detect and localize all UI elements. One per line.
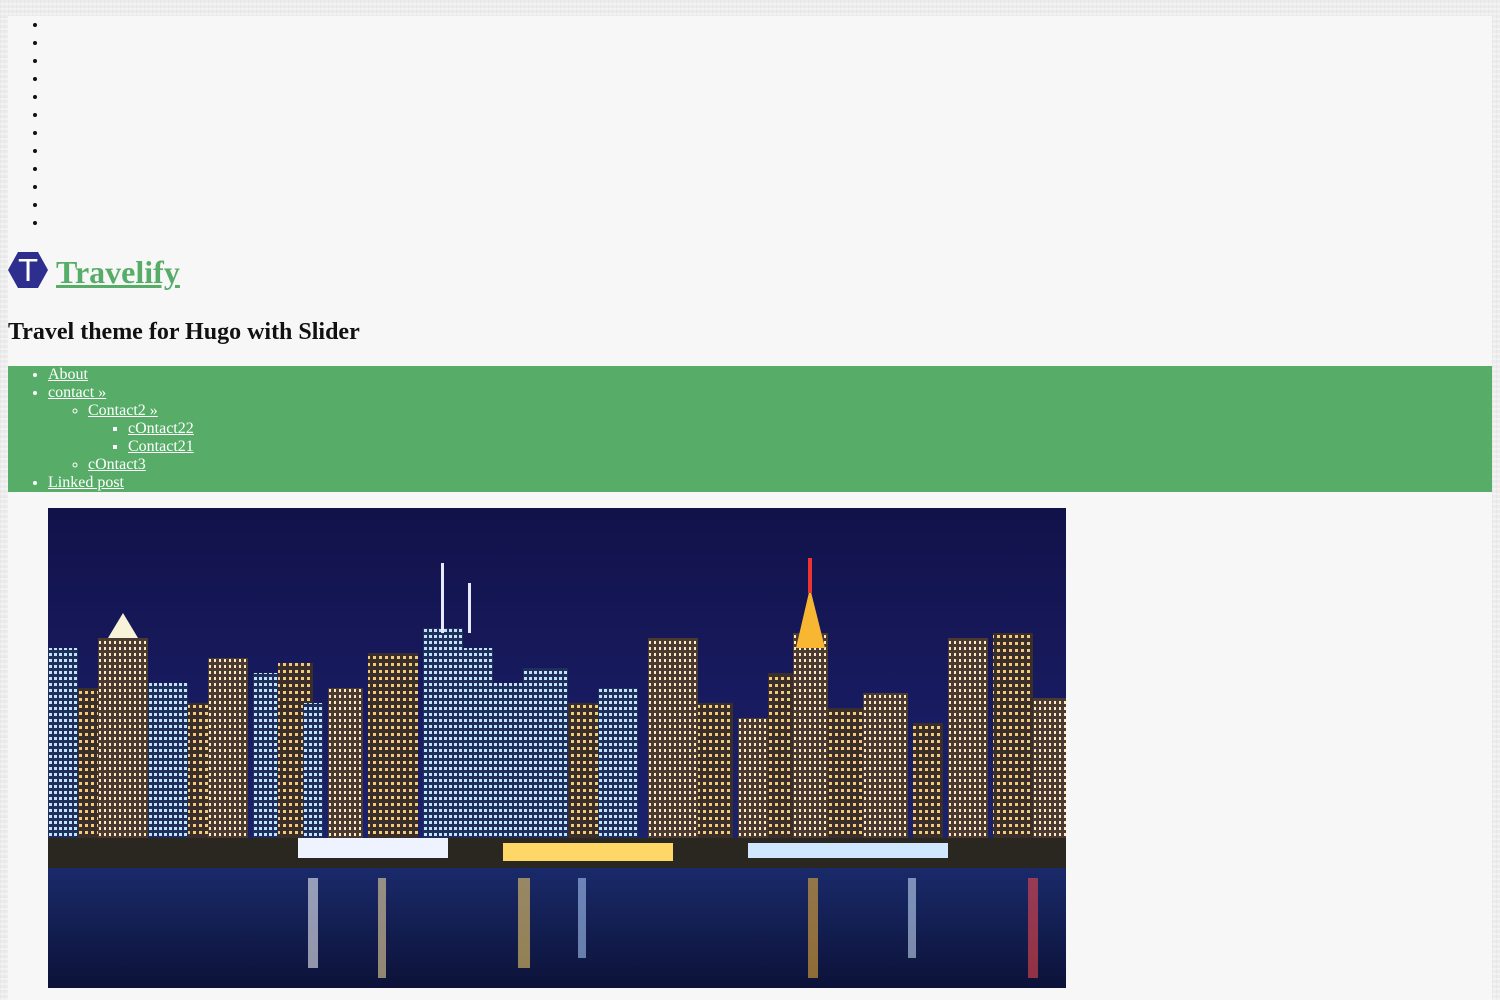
nav-link-about[interactable]: About [48,366,88,383]
nav-item-linked-post: Linked post [48,474,1492,492]
nav-link-contact3[interactable]: cOntact3 [88,456,146,473]
social-link[interactable] [48,124,1492,142]
site-title: Travelify [56,254,180,290]
nav-item-contact: contact » Contact2 » cOntact22 Contact21 [48,384,1492,474]
social-link[interactable] [48,88,1492,106]
social-link[interactable] [48,52,1492,70]
social-link[interactable] [48,214,1492,232]
city-skyline-image [48,508,1066,988]
site-home-link[interactable]: T Travelify [8,250,180,290]
social-link[interactable] [48,160,1492,178]
nav-item-contact2: Contact2 » cOntact22 Contact21 [88,402,1492,456]
nav-submenu-contact2: cOntact22 Contact21 [88,420,1492,456]
main-nav: About contact » Contact2 » cOntact22 Con… [8,366,1492,492]
site-branding: T Travelify [8,250,180,294]
nav-link-contact[interactable]: contact » [48,384,106,401]
page-wrapper: T Travelify Travel theme for Hugo with S… [8,16,1492,1000]
logo-letter: T [18,254,38,289]
social-links-list [8,16,1492,232]
social-link[interactable] [48,34,1492,52]
nav-item-contact21: Contact21 [128,438,1492,456]
social-link[interactable] [48,16,1492,34]
social-link[interactable] [48,178,1492,196]
nav-item-about: About [48,366,1492,384]
nav-link-contact2[interactable]: Contact2 » [88,402,158,419]
logo-hexagon-icon: T [8,252,48,289]
social-link[interactable] [48,142,1492,160]
site-description: Travel theme for Hugo with Slider [8,319,360,345]
nav-submenu-contact: Contact2 » cOntact22 Contact21 cOntact3 [48,402,1492,474]
nav-menu: About contact » Contact2 » cOntact22 Con… [8,366,1492,492]
nav-link-contact21[interactable]: Contact21 [128,438,194,455]
image-slider[interactable] [48,508,1066,988]
nav-link-linked-post[interactable]: Linked post [48,474,124,491]
nav-link-contact22[interactable]: cOntact22 [128,420,194,437]
social-link[interactable] [48,106,1492,124]
social-link[interactable] [48,196,1492,214]
social-link[interactable] [48,70,1492,88]
nav-item-contact22: cOntact22 [128,420,1492,438]
nav-item-contact3: cOntact3 [88,456,1492,474]
